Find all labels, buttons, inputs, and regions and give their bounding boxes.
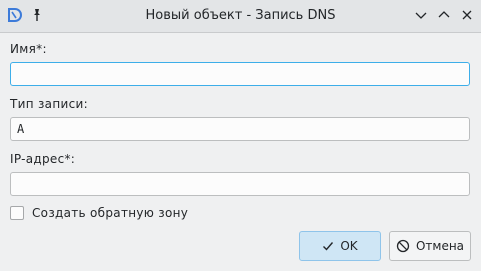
window-title: Новый объект - Запись DNS: [145, 8, 336, 23]
cancel-button-label: Отмена: [415, 239, 465, 253]
ip-address-label: IP-адрес*:: [10, 152, 76, 166]
maximize-icon[interactable]: [437, 8, 451, 22]
name-label: Имя*:: [10, 42, 47, 56]
minimize-icon[interactable]: [414, 8, 428, 22]
close-icon[interactable]: [460, 8, 474, 22]
ok-button[interactable]: OK: [299, 231, 381, 261]
ip-address-input[interactable]: [10, 172, 470, 196]
cancel-button[interactable]: Отмена: [389, 231, 471, 261]
reverse-zone-label[interactable]: Создать обратную зону: [32, 206, 188, 220]
ok-button-label: OK: [340, 239, 358, 253]
reverse-zone-checkbox[interactable]: [10, 206, 24, 220]
title-bar: Новый объект - Запись DNS: [0, 0, 481, 33]
name-input[interactable]: [10, 62, 470, 86]
record-type-label: Тип записи:: [10, 97, 88, 111]
record-type-input[interactable]: [10, 117, 470, 141]
checkmark-icon: [323, 242, 334, 251]
cancel-icon: [396, 239, 410, 253]
